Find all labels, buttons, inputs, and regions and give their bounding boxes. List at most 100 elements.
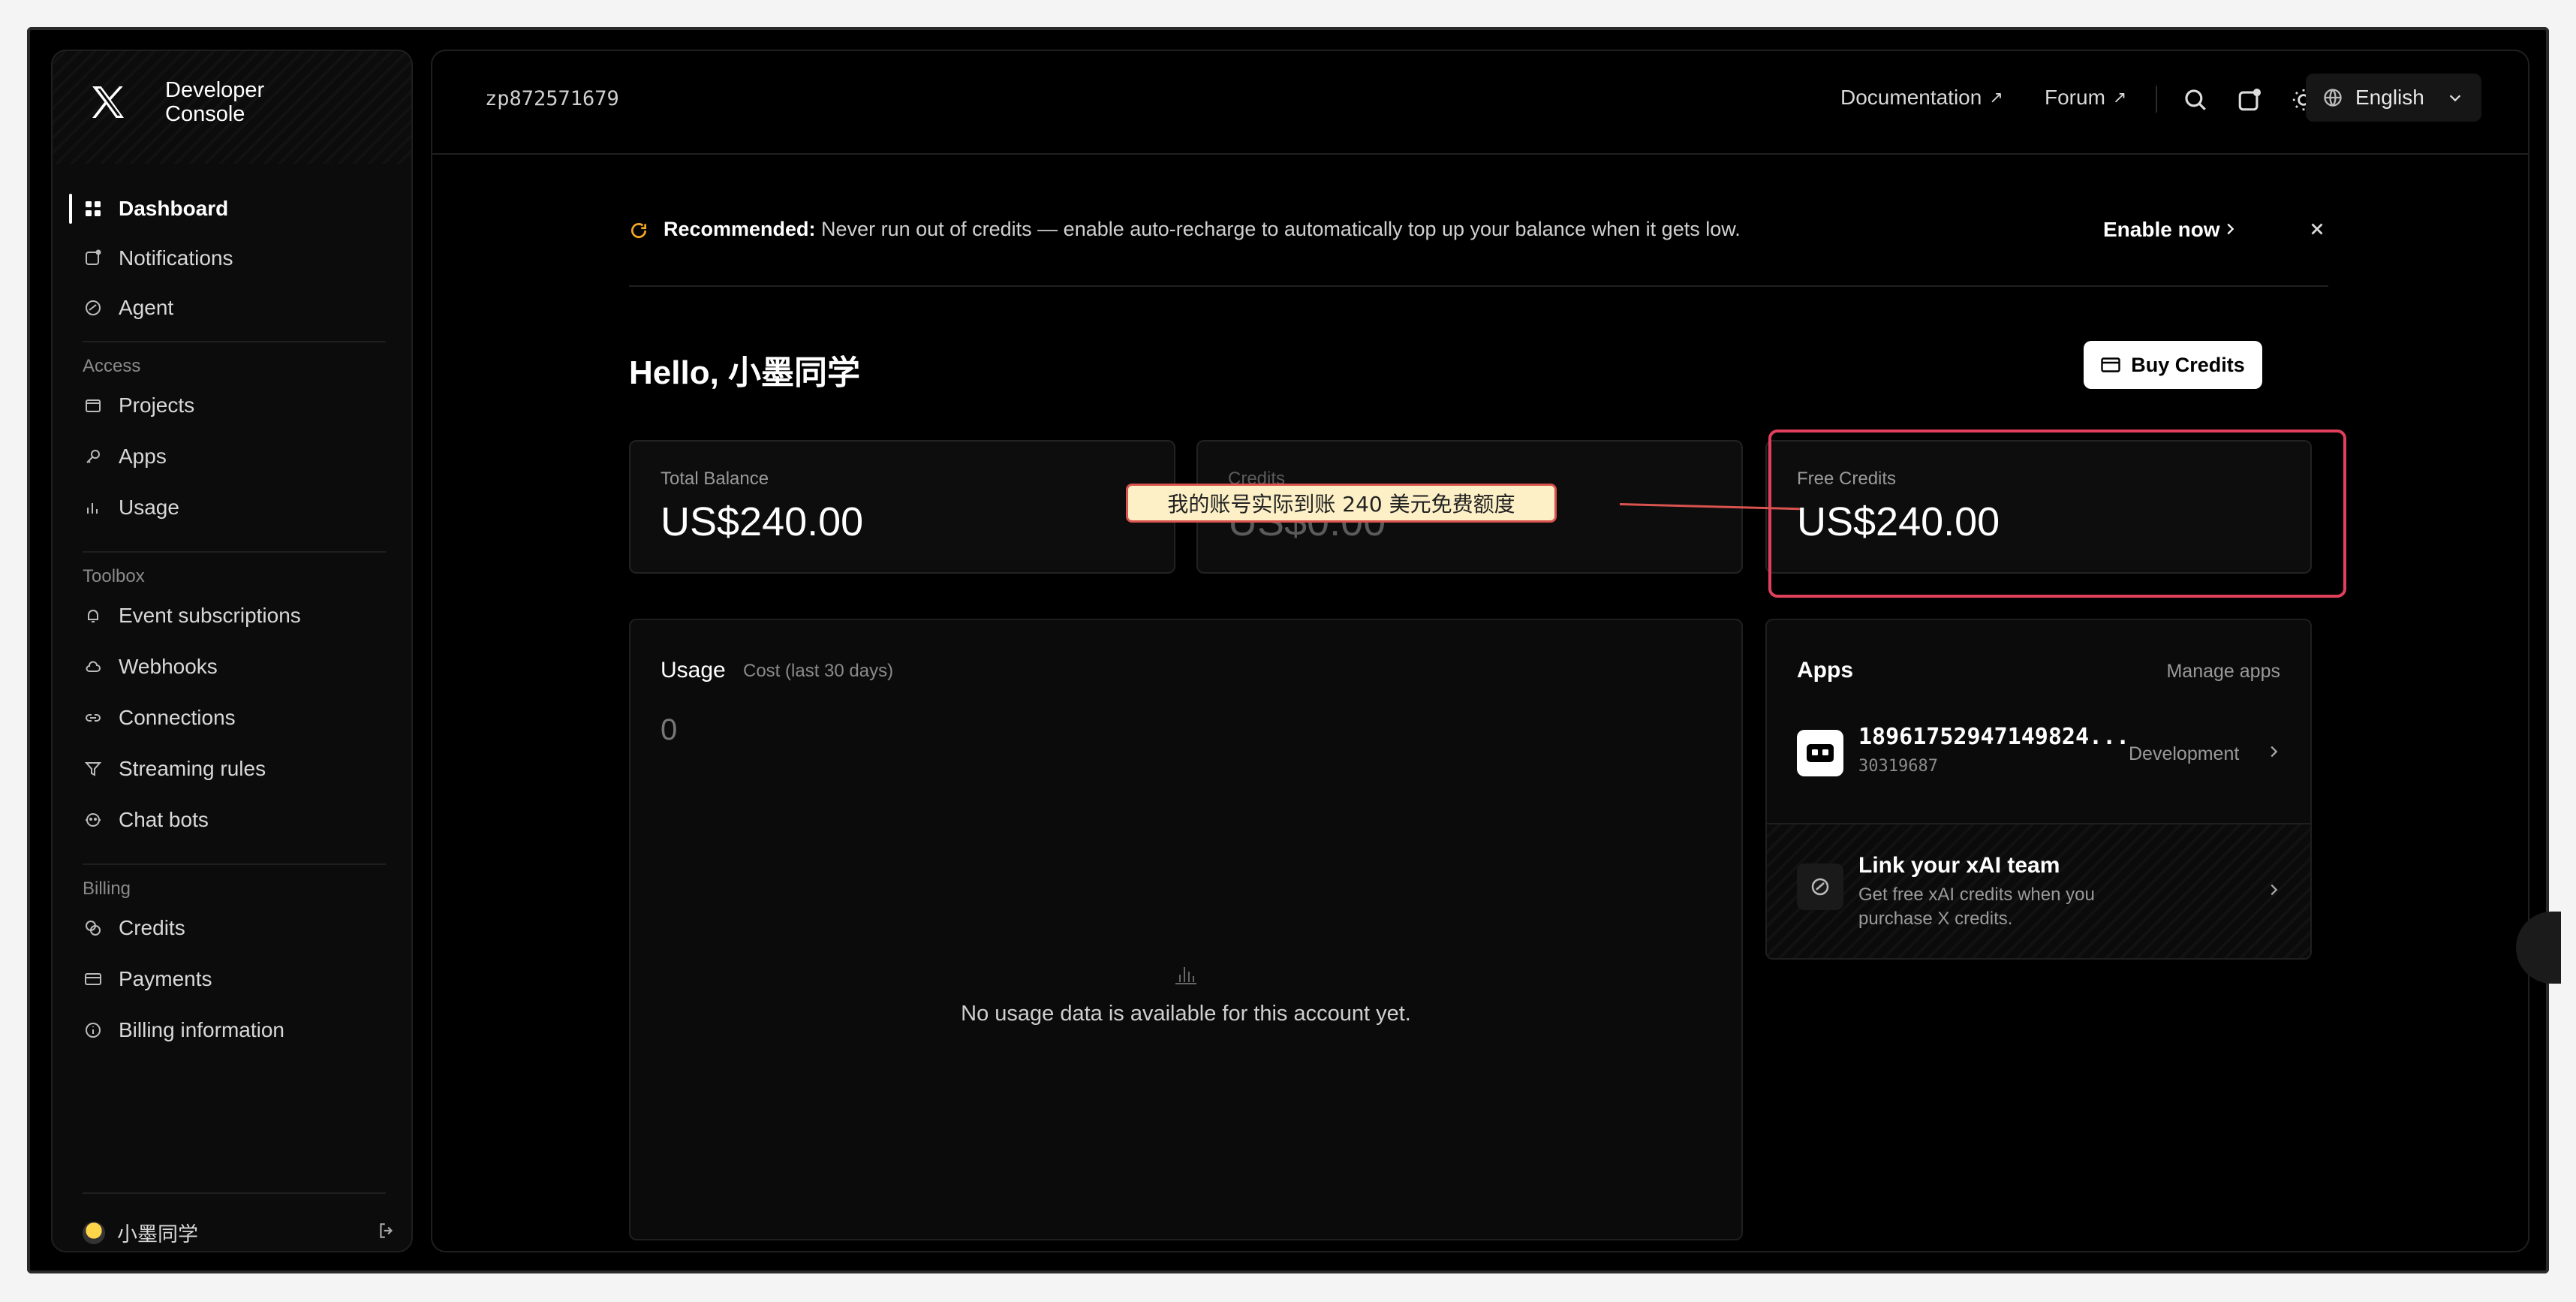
notification-icon[interactable] — [2237, 87, 2262, 113]
account-id: zp872571679 — [485, 87, 619, 110]
app-icon — [1797, 730, 1843, 776]
info-icon — [83, 1020, 104, 1041]
card-icon — [83, 969, 104, 990]
banner-message: Never run out of credits — enable auto-r… — [815, 218, 1741, 240]
agent-icon — [83, 297, 104, 318]
app-name[interactable]: 18961752947149824... — [1858, 724, 2129, 750]
link-xai-team-card[interactable]: Link your xAI team Get free xAI credits … — [1767, 823, 2310, 958]
search-icon[interactable] — [2183, 87, 2208, 113]
key-icon — [83, 446, 104, 467]
buy-credits-button[interactable]: Buy Credits — [2084, 341, 2262, 389]
brand-title: Developer Console — [165, 78, 265, 126]
notification-icon — [83, 248, 104, 269]
sidebar-item-dashboard[interactable]: Dashboard — [69, 188, 399, 230]
forum-label: Forum — [2045, 86, 2105, 109]
sidebar-item-payments[interactable]: Payments — [69, 958, 399, 1000]
sidebar-item-apps[interactable]: Apps — [69, 436, 399, 478]
usage-value: 0 — [661, 713, 678, 746]
greeting-title: Hello, 小墨同学 — [629, 354, 861, 391]
sidebar-item-label: Dashboard — [119, 197, 229, 220]
section-label-access: Access — [83, 356, 141, 376]
manage-apps-link[interactable]: Manage apps — [2166, 661, 2280, 683]
sidebar-item-label: Apps — [119, 445, 167, 468]
external-link-icon: ↗ — [2112, 88, 2127, 107]
apps-title: Apps — [1797, 658, 1853, 683]
usage-subtitle: Cost (last 30 days) — [743, 661, 894, 681]
card-icon — [2101, 357, 2120, 372]
banner-text: Recommended: Never run out of credits — … — [664, 218, 1741, 241]
sidebar-item-label: Webhooks — [119, 655, 218, 678]
close-icon[interactable] — [2307, 219, 2327, 239]
bar-chart-icon — [1175, 967, 1196, 984]
enable-now-button[interactable]: Enable now — [2103, 218, 2220, 242]
user-name: 小墨同学 — [117, 1223, 198, 1246]
sidebar-item-webhooks[interactable]: Webhooks — [69, 646, 399, 688]
sidebar-item-billing-information[interactable]: Billing information — [69, 1009, 399, 1051]
sidebar-item-projects[interactable]: Projects — [69, 384, 399, 426]
brand[interactable]: Developer Console — [53, 51, 411, 164]
avatar — [83, 1221, 105, 1244]
filter-icon — [83, 758, 104, 779]
app-environment: Development — [2129, 743, 2240, 764]
topbar-separator — [2156, 86, 2157, 113]
section-label-billing: Billing — [83, 879, 131, 899]
sidebar-item-streaming-rules[interactable]: Streaming rules — [69, 748, 399, 790]
link-icon — [83, 707, 104, 728]
sidebar-item-credits[interactable]: Credits — [69, 907, 399, 949]
sidebar-item-chat-bots[interactable]: Chat bots — [69, 799, 399, 841]
folder-icon — [83, 395, 104, 416]
sidebar-item-label: Chat bots — [119, 808, 209, 831]
logout-icon[interactable] — [377, 1221, 396, 1240]
usage-panel: Usage Cost (last 30 days) 0 No usage dat… — [629, 619, 1743, 1240]
apps-panel: Apps Manage apps 18961752947149824... 30… — [1765, 619, 2312, 960]
sidebar-item-label: Connections — [119, 706, 236, 729]
sidebar-item-event-subscriptions[interactable]: Event subscriptions — [69, 595, 399, 637]
user-profile[interactable]: 小墨同学 — [83, 1218, 198, 1247]
sidebar-item-label: Event subscriptions — [119, 604, 301, 627]
annotation-callout: 我的账号实际到账 240 美元免费额度 — [1126, 484, 1557, 523]
globe-icon — [2324, 89, 2342, 107]
chevron-down-icon — [2449, 95, 2461, 102]
documentation-link[interactable]: Documentation ↗ — [1840, 86, 2003, 110]
sidebar-item-label: Credits — [119, 916, 185, 939]
buy-credits-label: Buy Credits — [2131, 353, 2245, 376]
main-panel: zp872571679 Documentation ↗ Forum ↗ Engl… — [431, 50, 2529, 1252]
card-label: Total Balance — [661, 469, 769, 489]
banner-label: Recommended: — [664, 218, 816, 240]
grid-icon — [83, 198, 104, 219]
sidebar-item-label: Billing information — [119, 1018, 284, 1041]
link-description: Get free xAI credits when you purchase X… — [1858, 885, 2095, 929]
language-select[interactable]: English — [2306, 74, 2481, 122]
total-balance-card: Total Balance US$240.00 — [629, 440, 1175, 574]
refresh-icon — [631, 223, 647, 239]
link-team-icon — [1797, 863, 1843, 910]
sidebar: Developer Console Dashboard Notification… — [51, 50, 413, 1252]
section-label-toolbox: Toolbox — [83, 566, 145, 586]
bell-icon — [83, 605, 104, 626]
sidebar-divider — [83, 341, 386, 342]
chevron-right-icon — [2271, 884, 2278, 896]
external-link-icon: ↗ — [1989, 88, 2003, 107]
sidebar-item-connections[interactable]: Connections — [69, 697, 399, 739]
card-value: US$240.00 — [661, 499, 864, 544]
top-bar: zp872571679 Documentation ↗ Forum ↗ Engl… — [432, 51, 2528, 155]
chevron-right-icon[interactable] — [2222, 221, 2238, 237]
chevron-right-icon[interactable] — [2265, 743, 2282, 760]
annotation-highlight — [1768, 429, 2346, 598]
sidebar-item-label: Streaming rules — [119, 757, 266, 780]
empty-state-message: No usage data is available for this acco… — [961, 1002, 1411, 1026]
auto-recharge-banner: Recommended: Never run out of credits — … — [629, 209, 2328, 287]
sidebar-divider — [83, 1192, 386, 1194]
bar-chart-icon — [83, 497, 104, 518]
sidebar-item-label: Projects — [119, 393, 195, 417]
app-id: 30319687 — [1858, 757, 1938, 776]
x-logo-icon — [92, 86, 124, 118]
forum-link[interactable]: Forum ↗ — [2045, 86, 2126, 110]
sidebar-item-agent[interactable]: Agent — [69, 287, 399, 329]
sidebar-divider — [83, 551, 386, 553]
sidebar-item-usage[interactable]: Usage — [69, 487, 399, 529]
sidebar-item-label: Usage — [119, 496, 179, 519]
sidebar-item-notifications[interactable]: Notifications — [69, 237, 399, 279]
bot-icon — [83, 809, 104, 830]
sidebar-item-label: Payments — [119, 967, 212, 990]
